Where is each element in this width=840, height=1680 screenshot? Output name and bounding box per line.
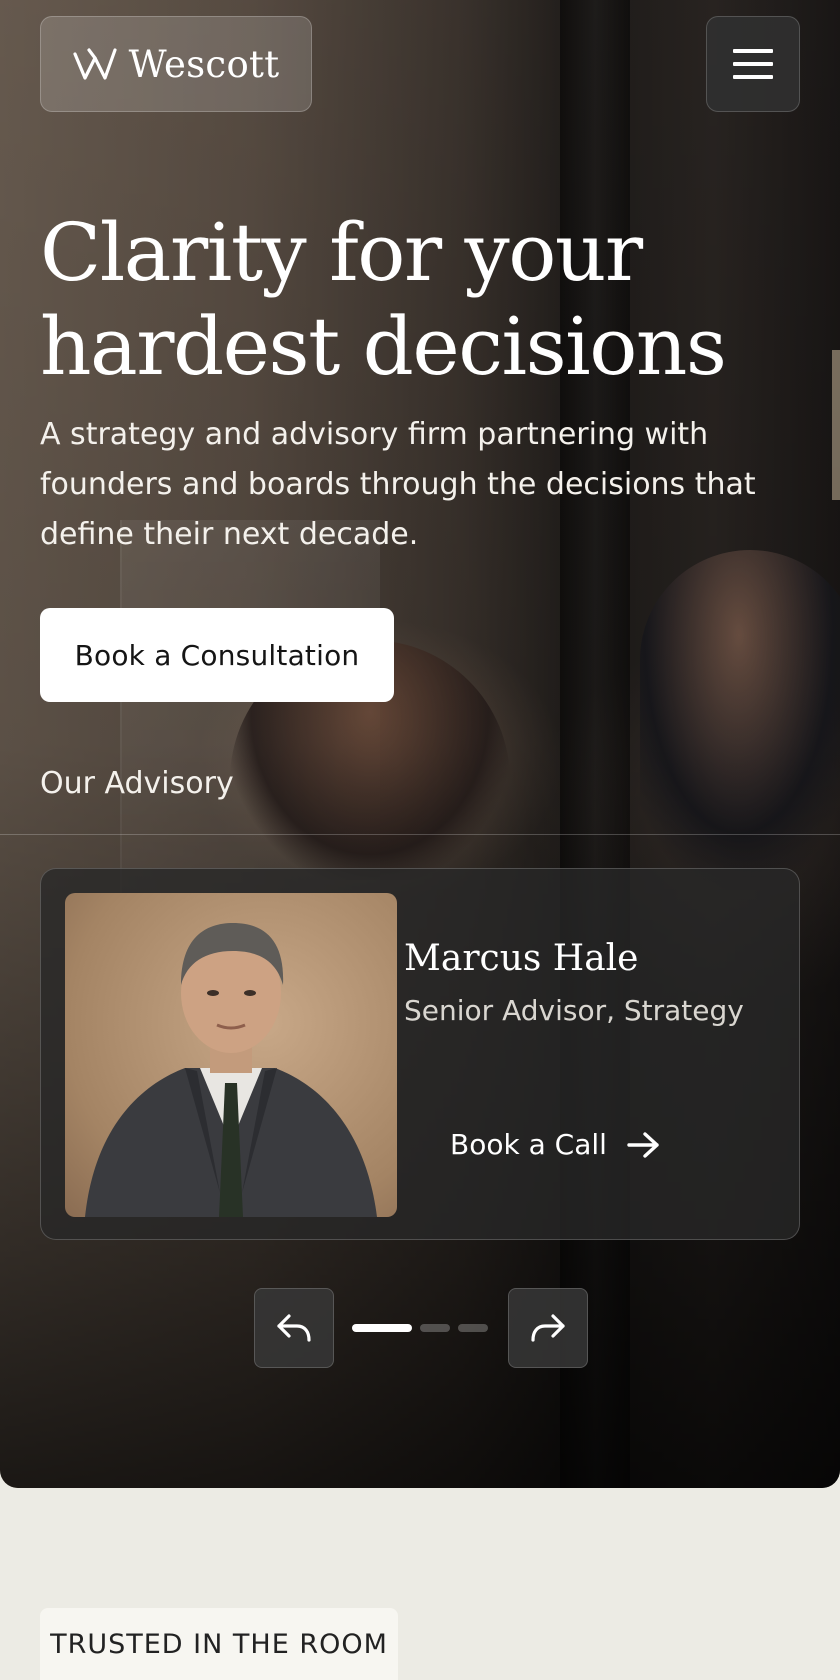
- carousel-prev-button[interactable]: [254, 1288, 334, 1368]
- advisory-section-label: Our Advisory: [40, 766, 234, 801]
- wescott-logo-icon: [73, 48, 117, 80]
- advisor-portrait-illustration: [85, 923, 377, 1217]
- advisor-role: Senior Advisor, Strategy: [404, 994, 744, 1027]
- book-consultation-button[interactable]: Book a Consultation: [40, 608, 394, 702]
- section-divider: [0, 834, 840, 835]
- book-call-label: Book a Call: [450, 1128, 607, 1161]
- advisor-card: [40, 868, 800, 1240]
- carousel-dot-3[interactable]: [458, 1324, 488, 1332]
- advisor-name: Marcus Hale: [404, 938, 639, 979]
- hero-section: Wescott Clarity for your hardest decisio…: [0, 0, 840, 1488]
- trusted-badge: TRUSTED IN THE ROOM: [40, 1608, 398, 1680]
- carousel-next-button[interactable]: [508, 1288, 588, 1368]
- brand-logo-link[interactable]: Wescott: [40, 16, 312, 112]
- hero-headline: Clarity for your hardest decisions: [40, 206, 727, 393]
- book-call-link[interactable]: Book a Call: [450, 1128, 661, 1161]
- brand-name: Wescott: [128, 42, 280, 86]
- hamburger-menu-icon: [733, 49, 773, 79]
- menu-button[interactable]: [706, 16, 800, 112]
- arrow-right-icon: [627, 1131, 659, 1158]
- carousel-dot-1[interactable]: [352, 1324, 412, 1332]
- undo-arrow-icon: [277, 1314, 311, 1342]
- advisor-portrait: [65, 893, 397, 1217]
- hero-subtext: A strategy and advisory firm partnering …: [40, 417, 756, 552]
- carousel-dot-2[interactable]: [420, 1324, 450, 1332]
- redo-arrow-icon: [531, 1314, 565, 1342]
